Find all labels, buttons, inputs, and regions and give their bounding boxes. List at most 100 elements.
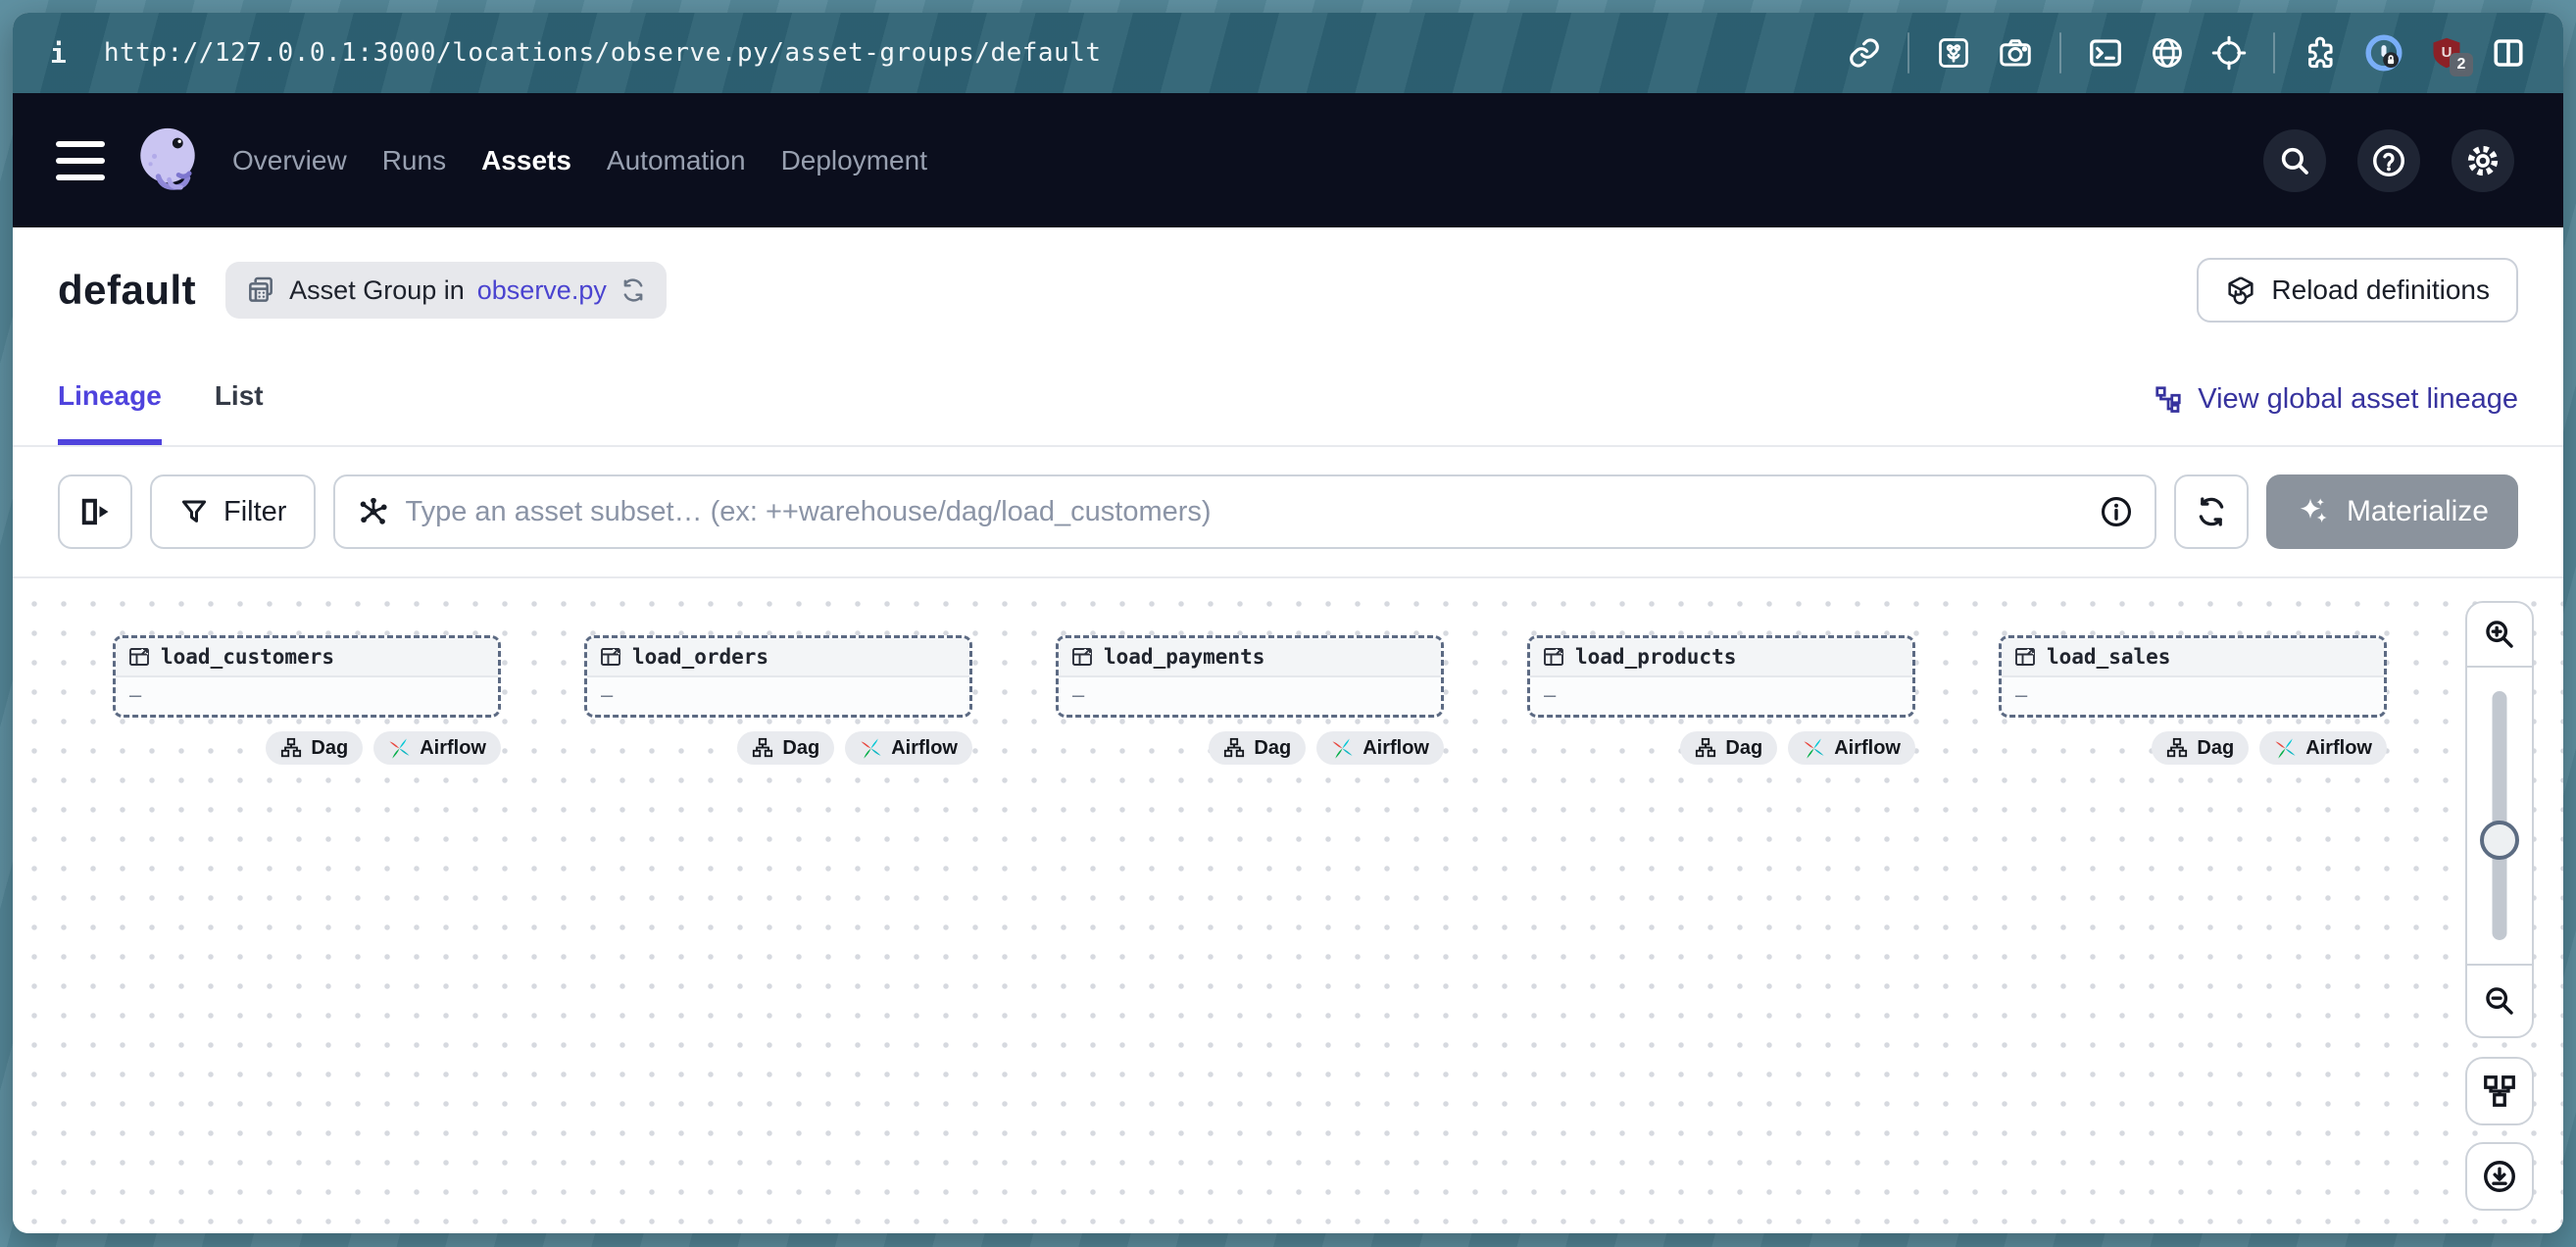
reload-location-icon[interactable] [619, 276, 647, 304]
globe-icon[interactable] [2150, 35, 2185, 71]
dag-icon [752, 737, 773, 759]
asset-subset-input[interactable] [405, 496, 2084, 528]
tag-dag[interactable]: Dag [266, 731, 363, 765]
dagster-logo[interactable] [130, 121, 205, 200]
reload-definitions-icon [2225, 274, 2256, 306]
asset-node-tags: Dag Airflow [1527, 731, 1915, 765]
asset-node-name: load_orders [632, 645, 768, 669]
shield-icon[interactable]: U 2 [2429, 35, 2464, 71]
observable-table-icon [1070, 645, 1094, 669]
rearrange-layout-button[interactable] [2465, 1057, 2534, 1125]
tag-airflow[interactable]: Airflow [1316, 731, 1444, 765]
toolbar-divider [1907, 32, 1909, 74]
camera-icon[interactable] [1998, 35, 2033, 71]
observable-table-icon [127, 645, 151, 669]
page-title: default [58, 267, 196, 314]
asset-node-tags: Dag Airflow [1999, 731, 2387, 765]
tag-dag[interactable]: Dag [1209, 731, 1306, 765]
filter-label: Filter [223, 496, 286, 528]
asset-node-value: – [2015, 682, 2027, 708]
shield-badge-count: 2 [2450, 53, 2473, 76]
asset-node-load-sales[interactable]: load_sales – [1999, 635, 2387, 718]
asset-node-load-customers[interactable]: load_customers – [113, 635, 501, 718]
url-text[interactable]: http://127.0.0.1:3000/locations/observe.… [104, 38, 1102, 68]
page-info-icon[interactable]: i [50, 37, 67, 70]
menu-icon[interactable] [56, 141, 105, 180]
observable-table-icon [599, 645, 622, 669]
airflow-icon [1331, 737, 1354, 760]
panel-expand-icon [77, 494, 113, 529]
tag-dag[interactable]: Dag [2152, 731, 2249, 765]
airflow-icon [1803, 737, 1825, 760]
tab-lineage[interactable]: Lineage [58, 353, 162, 445]
nav-item-automation[interactable]: Automation [607, 145, 746, 176]
lineage-toolbar: Filter [13, 447, 2563, 578]
asset-node-value: – [601, 682, 613, 708]
zoom-slider[interactable] [2467, 668, 2532, 964]
link-icon[interactable] [1848, 36, 1881, 70]
tag-dag[interactable]: Dag [1680, 731, 1777, 765]
materialize-label: Materialize [2347, 495, 2489, 528]
asset-node-value: – [129, 682, 141, 708]
puzzle-icon[interactable] [2302, 34, 2339, 72]
asset-node-load-products[interactable]: load_products – [1527, 635, 1915, 718]
tab-list[interactable]: List [215, 353, 264, 445]
nav-item-assets[interactable]: Assets [481, 145, 571, 176]
nav-item-deployment[interactable]: Deployment [781, 145, 927, 176]
tag-airflow[interactable]: Airflow [2259, 731, 2387, 765]
code-location-link[interactable]: observe.py [477, 275, 607, 306]
dag-icon [280, 737, 302, 759]
airflow-icon [388, 737, 411, 760]
dag-icon [1223, 737, 1245, 759]
screenshot-flower-icon[interactable] [1936, 35, 1971, 71]
asset-group-badge: Asset Group in observe.py [225, 262, 667, 319]
view-global-asset-lineage-link[interactable]: View global asset lineage [2154, 383, 2518, 416]
terminal-icon[interactable] [2088, 35, 2123, 71]
filter-funnel-icon [179, 497, 209, 526]
tag-airflow[interactable]: Airflow [845, 731, 972, 765]
password-manager-icon[interactable] [2365, 34, 2403, 72]
toolbar-divider [2273, 32, 2275, 74]
zoom-controls [2465, 601, 2534, 1038]
asset-node-name: load_customers [161, 645, 334, 669]
sparkle-icon [2296, 494, 2331, 529]
nav-item-overview[interactable]: Overview [232, 145, 347, 176]
refresh-graph-button[interactable] [2174, 474, 2249, 549]
nav-item-runs[interactable]: Runs [382, 145, 446, 176]
lineage-canvas[interactable]: load_customers – Dag Airflow [13, 578, 2563, 1233]
asset-node-load-payments[interactable]: load_payments – [1056, 635, 1444, 718]
search-icon[interactable] [2263, 129, 2326, 192]
split-view-icon[interactable] [2491, 35, 2526, 71]
tag-airflow[interactable]: Airflow [373, 731, 501, 765]
view-global-asset-lineage-label: View global asset lineage [2198, 383, 2518, 416]
asset-node-name: load_products [1575, 645, 1736, 669]
download-image-button[interactable] [2465, 1142, 2534, 1211]
observable-table-icon [1542, 645, 1565, 669]
settings-icon[interactable] [2452, 129, 2514, 192]
help-icon[interactable] [2357, 129, 2420, 192]
zoom-slider-thumb[interactable] [2480, 821, 2519, 860]
browser-window: i http://127.0.0.1:3000/locations/observ… [13, 13, 2563, 1233]
zoom-slider-track[interactable] [2493, 691, 2507, 940]
asset-node-load-orders[interactable]: load_orders – [584, 635, 972, 718]
asset-group-icon [245, 274, 276, 306]
dag-icon [1695, 737, 1716, 759]
materialize-button[interactable]: Materialize [2266, 474, 2518, 549]
download-icon [2482, 1159, 2517, 1194]
open-panel-button[interactable] [58, 474, 132, 549]
asset-node-name: load_sales [2047, 645, 2170, 669]
app-header: Overview Runs Assets Automation Deployme… [13, 93, 2563, 227]
tag-dag[interactable]: Dag [737, 731, 834, 765]
airflow-icon [2274, 737, 2297, 760]
reload-definitions-button[interactable]: Reload definitions [2197, 258, 2518, 323]
asset-node-tags: Dag Airflow [584, 731, 972, 765]
zoom-in-button[interactable] [2467, 603, 2532, 668]
asset-subset-field [333, 474, 2155, 549]
asset-node-value: – [1072, 682, 1084, 708]
tag-airflow[interactable]: Airflow [1788, 731, 1915, 765]
crosshair-icon[interactable] [2211, 35, 2247, 71]
filter-button[interactable]: Filter [150, 474, 316, 549]
zoom-out-button[interactable] [2467, 964, 2532, 1036]
syntax-info-icon[interactable] [2100, 495, 2133, 528]
asset-node-tags: Dag Airflow [113, 731, 501, 765]
